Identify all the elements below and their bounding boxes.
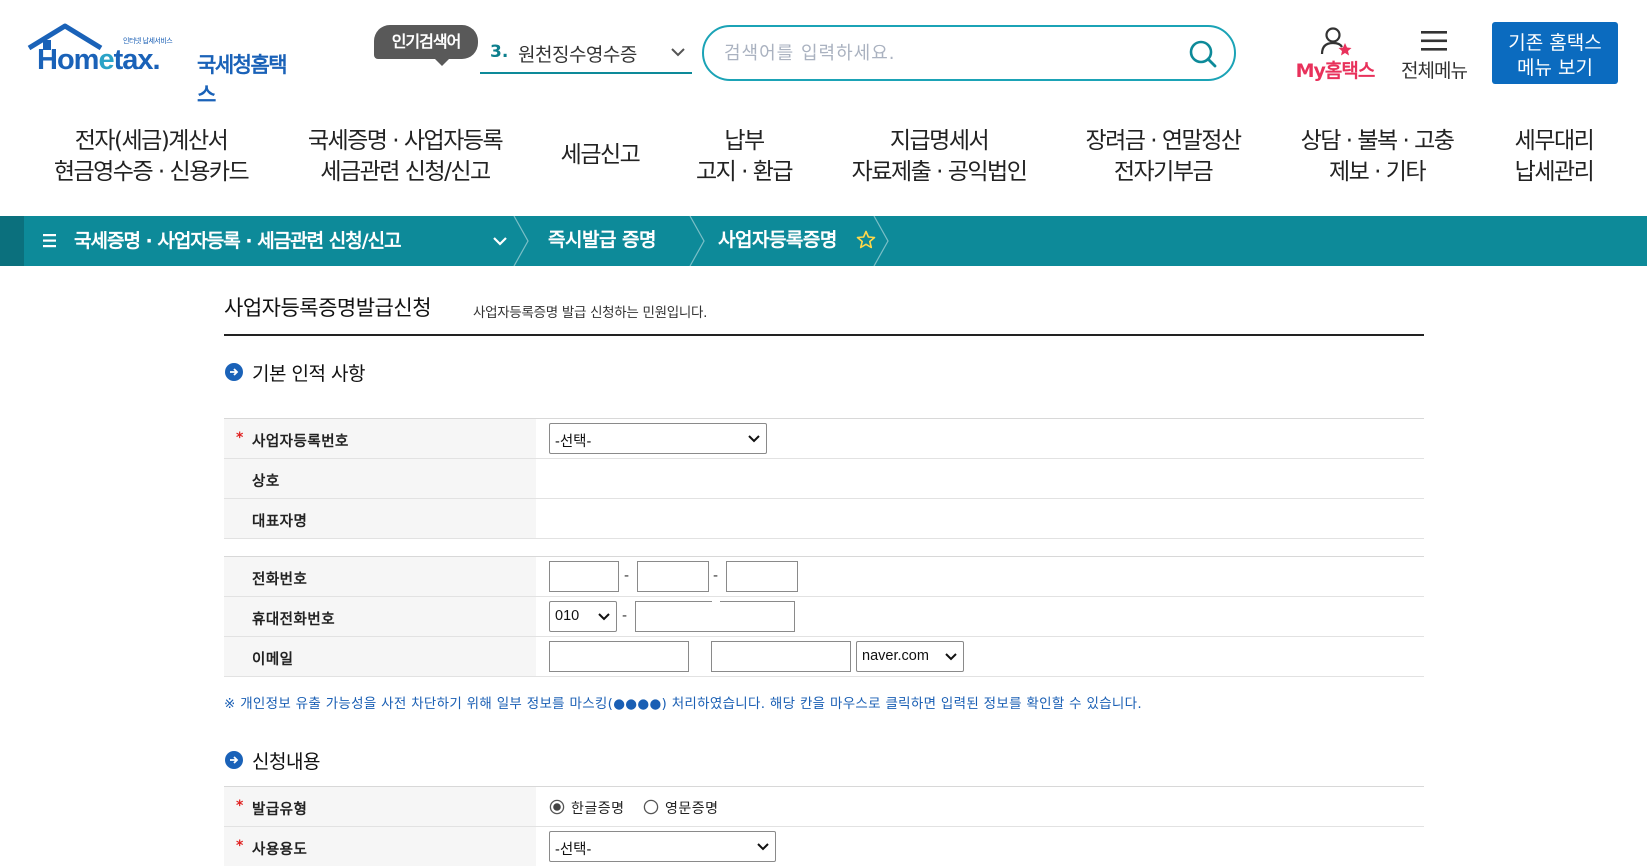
usage-select[interactable]: -선택- [549,831,776,862]
biz-no-label: 사업자등록번호 [252,434,349,450]
breadcrumb-edge [0,216,24,266]
mobile-prefix-select[interactable]: 010 [549,601,617,632]
user-star-icon [1320,27,1352,56]
main-navigation: 전자(세금)계산서 현금영수증 · 신용카드 국세증명 · 사업자등록 세금관련 신… [0,118,1647,214]
required-mark: * [236,838,244,854]
chevron-down-icon [671,48,685,57]
rep-name-value [536,499,1424,538]
table-row: 전화번호 - - [224,557,1424,597]
table-row: * 사용용도 -선택- [224,827,1424,866]
chevron-down-icon [945,653,957,661]
gnb-item-tax-report[interactable]: 세금신고 [550,140,650,171]
trade-name-value [536,459,1424,498]
required-mark: * [236,798,244,814]
phone-label: 전화번호 [252,572,308,588]
phone-part1-input[interactable] [549,561,619,592]
legacy-menu-line2: 메뉴 보기 [1517,56,1593,79]
popular-keyword: 원천징수영수증 [518,44,637,66]
basic-info-table: * 사업자등록번호 -선택- 상호 대표자명 [224,418,1424,539]
logo-wordmark: Hometax. [37,44,161,76]
chevron-down-icon [493,237,507,246]
email-label: 이메일 [252,652,294,668]
gnb-item-certificate[interactable]: 국세증명 · 사업자등록 세금관련 신청/신고 [300,126,510,188]
title-divider [224,334,1424,336]
arrow-circle-icon [225,751,243,769]
table-row: * 사업자등록번호 -선택- [224,419,1424,459]
legacy-menu-line1: 기존 홈택스 [1508,31,1602,54]
radio-korean-label[interactable]: 한글증명 [571,798,625,818]
radio-english[interactable] [643,799,659,815]
arrow-circle-icon [225,363,243,381]
popular-search-select[interactable]: 3. 원천징수영수증 [480,34,692,74]
table-row: * 발급유형 한글증명 영문증명 [224,787,1424,827]
biz-no-select[interactable]: -선택- [549,423,767,454]
breadcrumb-item-current[interactable]: 사업자등록증명 [718,216,837,266]
table-row: 휴대전화번호 010 - [224,597,1424,637]
phone-part3-input[interactable] [726,561,798,592]
contact-table: 전화번호 - - 휴대전화번호 010 - 이메일 naver.com [224,556,1424,677]
gnb-item-consult[interactable]: 상담 · 불복 · 고충 제보 · 기타 [1292,126,1462,188]
email-domain-input[interactable] [711,641,851,672]
trade-name-label: 상호 [252,474,280,490]
issue-type-label: 발급유형 [252,802,308,818]
breadcrumb-menu-label: 국세증명 · 사업자등록 · 세금관련 신청/신고 [74,230,402,252]
table-row: 이메일 naver.com [224,637,1424,677]
privacy-notice: ※ 개인정보 유출 가능성을 사전 차단하기 위해 일부 정보를 마스킹(●●●… [224,696,1142,712]
table-row: 대표자명 [224,499,1424,539]
usage-label: 사용용도 [252,842,308,858]
search-box [702,25,1236,81]
hamburger-icon [1421,31,1447,51]
my-hometax-label-a: My [1295,60,1326,82]
email-id-input[interactable] [549,641,689,672]
popular-rank: 3. [490,42,509,62]
request-table: * 발급유형 한글증명 영문증명 * 사용용도 -선택- [224,786,1424,866]
menu-lines-icon [43,234,56,248]
breadcrumb-item-instant[interactable]: 즉시발급 증명 [548,216,657,266]
radio-korean[interactable] [549,799,565,815]
breadcrumb-separator [513,216,529,266]
header: 인터넷 납세서비스 Hometax. 국세청홈택스 인기검색어 3. 원천징수영… [0,0,1647,108]
logo-korean: 국세청홈택스 [197,53,288,107]
breadcrumb-separator [873,216,889,266]
rep-name-label: 대표자명 [252,514,308,530]
mobile-label: 휴대전화번호 [252,612,336,628]
gnb-item-agent[interactable]: 세무대리 납세관리 [1508,126,1600,188]
phone-part2-input[interactable] [637,561,709,592]
email-domain-select[interactable]: naver.com [856,641,964,672]
my-hometax-button[interactable]: My홈택스 [1290,26,1380,82]
gnb-item-einvoice[interactable]: 전자(세금)계산서 현금영수증 · 신용카드 [48,126,254,188]
radio-english-label[interactable]: 영문증명 [665,798,719,818]
breadcrumb-separator [689,216,705,266]
search-input[interactable] [724,35,1164,71]
table-row: 상호 [224,459,1424,499]
hometax-logo[interactable]: 인터넷 납세서비스 Hometax. 국세청홈택스 [25,22,295,107]
mask-gap [712,600,720,631]
chevron-down-icon [757,843,769,851]
gnb-item-incentive[interactable]: 장려금 · 연말정산 전자기부금 [1080,126,1246,188]
required-mark: * [236,430,244,446]
gnb-item-statement[interactable]: 지급명세서 자료제출 · 공익법인 [846,126,1032,188]
page-title: 사업자등록증명발급신청 [224,296,432,320]
all-menu-button[interactable]: 전체메뉴 [1394,26,1474,82]
chevron-down-icon [748,435,760,443]
popular-search-badge: 인기검색어 [374,25,478,66]
gnb-item-payment[interactable]: 납부 고지 · 환급 [686,126,802,188]
search-icon[interactable] [1188,39,1218,69]
legacy-menu-button[interactable]: 기존 홈택스 메뉴 보기 [1492,22,1618,84]
breadcrumb-menu-select[interactable]: 국세증명 · 사업자등록 · 세금관련 신청/신고 [38,216,518,266]
page-description: 사업자등록증명 발급 신청하는 민원입니다. [473,305,708,321]
breadcrumb: 국세증명 · 사업자등록 · 세금관련 신청/신고 즉시발급 증명 사업자등록증… [0,216,1647,266]
chevron-down-icon [598,613,610,621]
my-hometax-label-b: 홈택스 [1324,60,1375,82]
all-menu-label: 전체메뉴 [1401,60,1468,82]
